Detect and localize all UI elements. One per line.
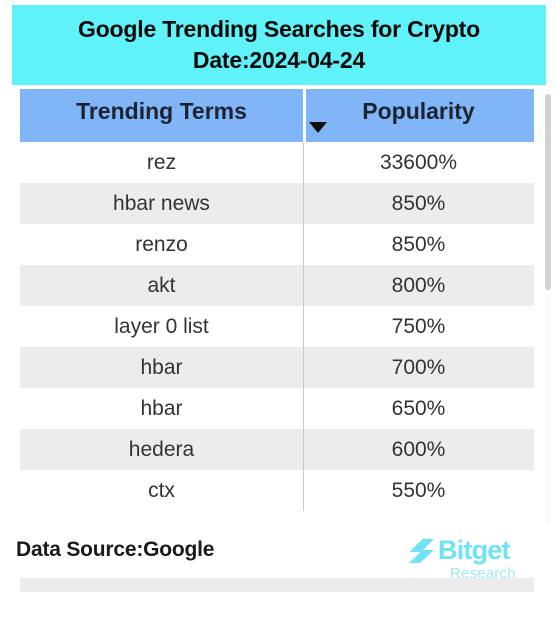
cell-popularity: 33600% — [379, 150, 458, 174]
cell-popularity: 750% — [391, 314, 446, 338]
cell-term: ctx — [148, 478, 175, 502]
header-column-divider — [303, 89, 306, 142]
column-header-trending-terms[interactable]: Trending Terms — [20, 89, 303, 142]
table-row[interactable]: hedera 600% — [20, 429, 534, 470]
cell-term: renzo — [135, 232, 188, 256]
table-row[interactable]: layer 0 list 750% — [20, 306, 534, 347]
cell-popularity: 700% — [391, 355, 446, 379]
cell-term: hedera — [128, 437, 195, 461]
title-banner: Google Trending Searches for Crypto Date… — [12, 5, 546, 85]
table-row[interactable]: hbar 700% — [20, 347, 534, 388]
table-row[interactable]: rez 33600% — [20, 142, 534, 183]
table-header-row: Trending Terms Popularity — [20, 89, 534, 142]
chevron-down-icon[interactable] — [309, 122, 327, 133]
cell-popularity: 550% — [391, 478, 446, 502]
table-row[interactable]: renzo 850% — [20, 224, 534, 265]
cell-popularity: 850% — [391, 232, 446, 256]
trending-searches-table: Trending Terms Popularity rez 33600% hba… — [20, 89, 534, 592]
banner-date: Date:2024-04-24 — [192, 47, 366, 73]
column-header-popularity[interactable]: Popularity — [303, 89, 534, 142]
cell-term: hbar — [140, 396, 183, 420]
cell-term: rez — [146, 150, 177, 174]
banner-title: Google Trending Searches for Crypto — [78, 16, 480, 42]
vertical-scrollbar-thumb[interactable] — [545, 94, 551, 290]
footer: Data Source:Google Bitget Research — [0, 533, 556, 593]
brand-name: Bitget — [438, 535, 510, 565]
cell-popularity: 650% — [391, 396, 446, 420]
cell-term: akt — [147, 273, 176, 297]
table-row[interactable]: hbar news 850% — [20, 183, 534, 224]
cell-term: layer 0 list — [114, 314, 209, 338]
table-body: rez 33600% hbar news 850% renzo 850% akt… — [20, 142, 534, 592]
cell-popularity: 800% — [391, 273, 446, 297]
table-row[interactable]: ctx 550% — [20, 470, 534, 511]
cell-popularity: 850% — [391, 191, 446, 215]
bitget-chevron-logo-icon — [409, 539, 434, 563]
brand-subtitle: Research — [450, 565, 516, 582]
cell-popularity: 600% — [391, 437, 446, 461]
cell-term: hbar news — [113, 191, 210, 215]
data-source-label: Data Source:Google — [16, 538, 215, 561]
cell-term: hbar — [140, 355, 183, 379]
bitget-research-logo: Bitget Research — [406, 533, 536, 589]
table-row[interactable]: hbar 650% — [20, 388, 534, 429]
body-column-divider — [303, 142, 304, 511]
table-row[interactable]: akt 800% — [20, 265, 534, 306]
